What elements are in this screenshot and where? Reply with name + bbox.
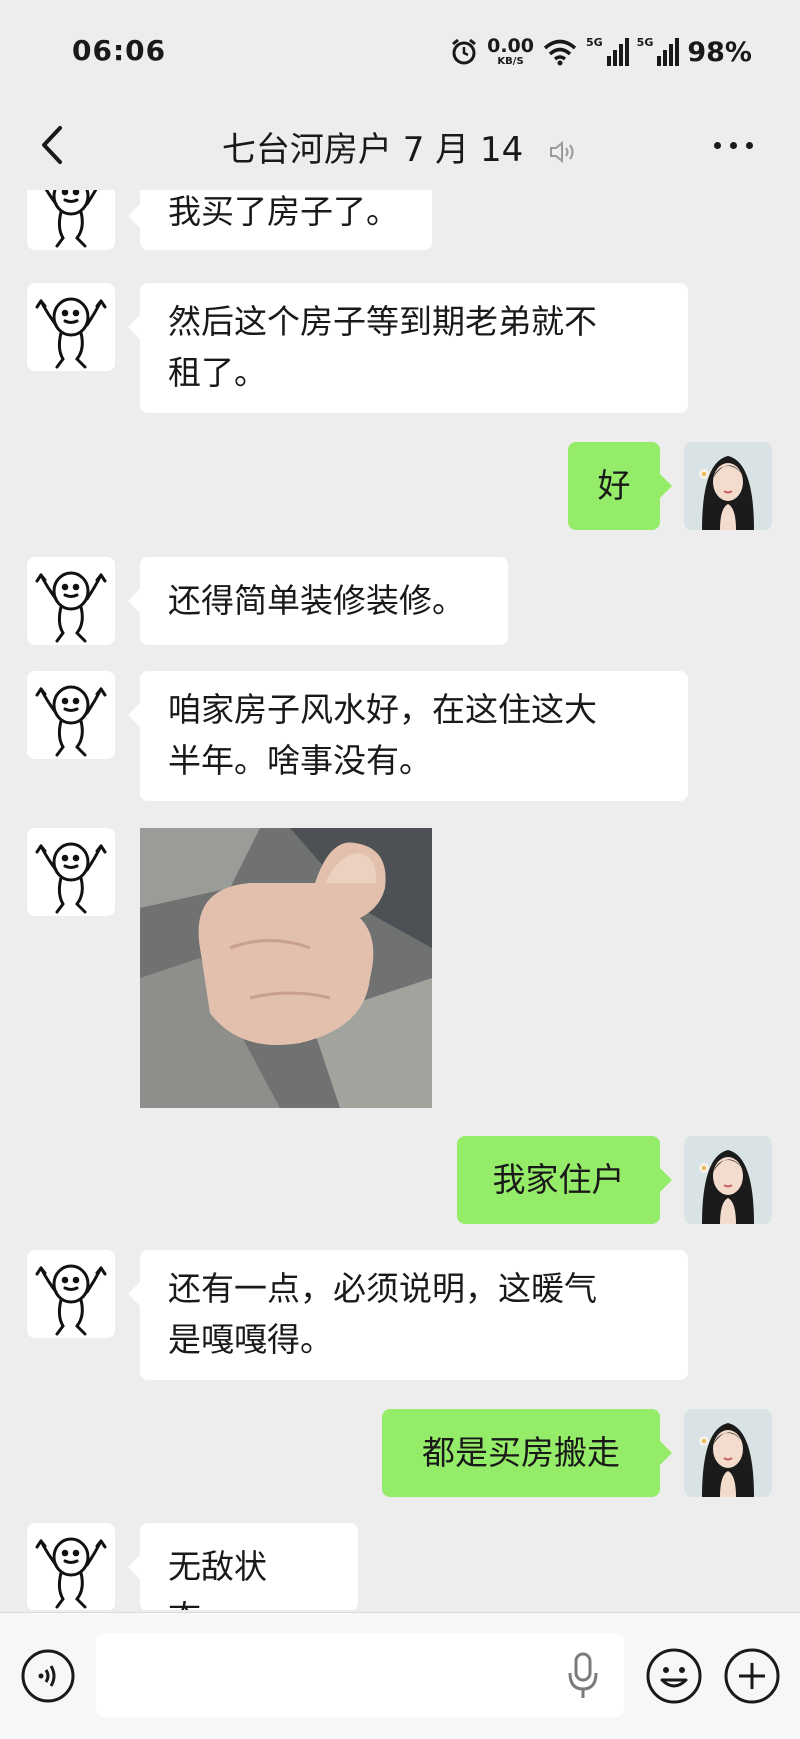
plus-icon[interactable] [722,1646,782,1706]
status-icons: 0.00 KB/S 5G 5G 98% [449,34,752,70]
message-list[interactable]: 我买了房子了。 然后这个房子等到期老弟就不 租了。 好 还得简单装修装修。 咱家… [0,190,800,1610]
message-bubble-incoming[interactable]: 咱家房子风水好，在这住这大 半年。啥事没有。 [128,671,688,801]
contact-avatar[interactable] [27,1250,115,1338]
message-bubble-outgoing[interactable]: 都是买房搬走 [382,1409,672,1497]
sim1-network-label: 5G [585,36,603,49]
doodle-avatar-icon [27,671,115,759]
portrait-avatar-icon [684,1409,772,1497]
contact-avatar[interactable] [27,190,115,250]
message-bubble-incoming[interactable]: 还得简单装修装修。 [128,557,508,645]
chat-title-text: 七台河房户 7 月 14 [221,130,524,170]
more-icon[interactable] [714,130,764,160]
battery-level: 98% [687,36,752,68]
net-speed-value: 0.00 [487,35,534,57]
wifi-icon [543,39,577,66]
doodle-avatar-icon [27,190,115,250]
sim2-network-label: 5G [636,36,654,49]
user-avatar[interactable] [684,1136,772,1224]
message-bubble-outgoing[interactable]: 好 [568,442,672,530]
status-bar: 06:06 0.00 KB/S 5G 5G 98% [0,0,800,100]
message-bubble-incoming[interactable]: 我买了房子了。 [128,190,432,250]
doodle-avatar-icon [27,1523,115,1610]
message-input[interactable] [96,1633,624,1717]
user-avatar[interactable] [684,442,772,530]
message-bubble-incoming[interactable]: 还有一点，必须说明，这暖气 是嘎嘎得。 [128,1250,688,1380]
message-text-line: 然后这个房子等到期老弟就不 [168,302,597,341]
contact-avatar[interactable] [27,283,115,371]
message-text-line: 还有一点，必须说明，这暖气 [168,1269,597,1308]
net-speed: 0.00 KB/S [487,37,534,67]
doodle-avatar-icon [27,557,115,645]
message-text-line: 咱家房子风水好，在这住这大 [168,690,597,729]
status-time: 06:06 [72,34,167,67]
message-bubble-outgoing[interactable]: 我家住户 [457,1136,672,1224]
contact-avatar[interactable] [27,1523,115,1610]
emoji-icon[interactable] [644,1646,704,1706]
message-text-line: 半年。啥事没有。 [168,741,432,780]
message-text: 无敌状态。 [168,1547,267,1610]
thumbs-up-photo [140,828,432,1108]
mute-icon [550,140,574,163]
message-text: 我家住户 [492,1160,625,1199]
contact-avatar[interactable] [27,671,115,759]
user-avatar[interactable] [684,1409,772,1497]
doodle-avatar-icon [27,828,115,916]
message-bubble-incoming[interactable]: 然后这个房子等到期老弟就不 租了。 [128,283,688,413]
signal-icon [606,38,629,66]
doodle-avatar-icon [27,283,115,371]
message-bubble-incoming[interactable]: 无敌状态。 [128,1523,358,1610]
alarm-icon [452,38,477,65]
message-text: 还得简单装修装修。 [168,581,465,620]
message-text-line: 是嘎嘎得。 [168,1320,333,1359]
portrait-avatar-icon [684,442,772,530]
contact-avatar[interactable] [27,828,115,916]
microphone-icon[interactable] [566,1651,600,1701]
image-message[interactable] [140,828,432,1108]
message-text: 我买了房子了。 [168,192,399,231]
message-text-line: 租了。 [168,353,267,392]
signal-icon [657,38,680,66]
voice-input-icon[interactable] [20,1648,76,1704]
message-text: 都是买房搬走 [422,1433,620,1472]
chat-title: 七台河房户 7 月 14 [0,122,800,171]
message-text: 好 [597,466,631,505]
contact-avatar[interactable] [27,557,115,645]
doodle-avatar-icon [27,1250,115,1338]
portrait-avatar-icon [684,1136,772,1224]
input-bar [0,1612,800,1739]
net-speed-unit: KB/S [497,56,524,67]
chat-header: 七台河房户 7 月 14 [0,100,800,190]
